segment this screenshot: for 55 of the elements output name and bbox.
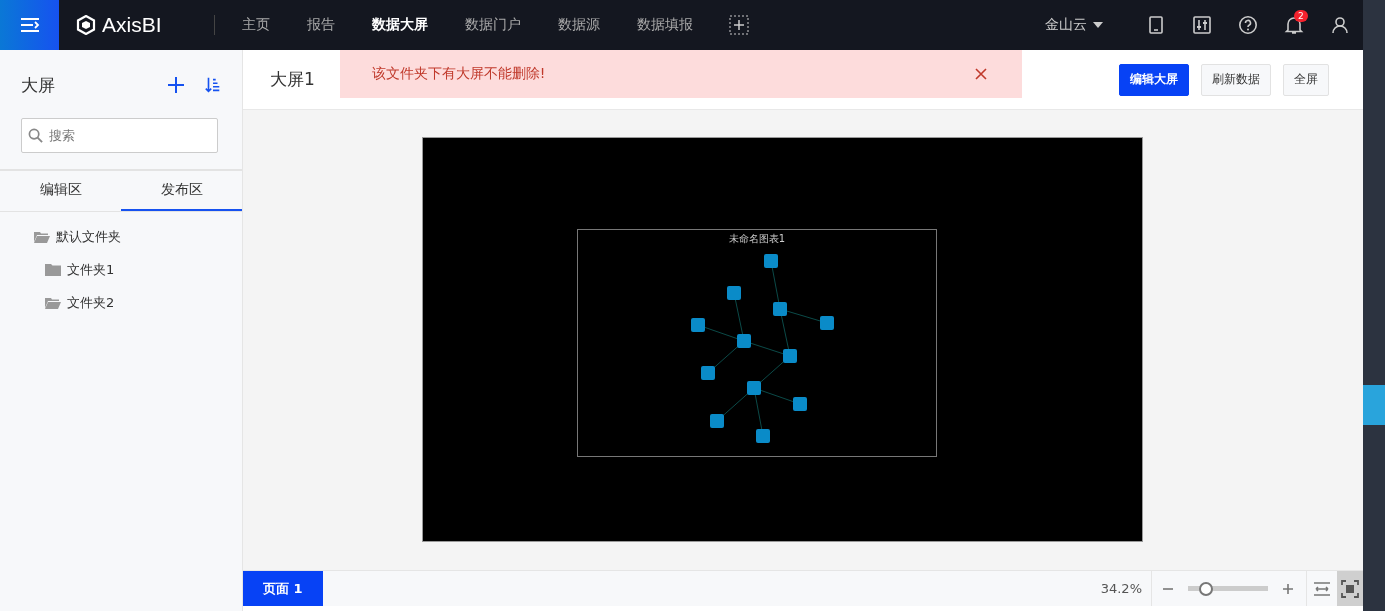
folder-icon [45, 263, 61, 276]
search-field[interactable]: 搜索 [21, 118, 218, 153]
graph-node [710, 413, 724, 428]
graph-node [727, 285, 741, 300]
graph-node [756, 428, 770, 443]
nav-tab[interactable]: 主页 [226, 0, 285, 50]
plus-icon[interactable] [1282, 582, 1294, 595]
logo-icon [76, 15, 96, 35]
folder-item[interactable]: 文件夹1 [0, 253, 242, 286]
close-icon[interactable] [974, 68, 987, 80]
sidebar-title: 大屏 [21, 73, 56, 97]
nav-tab[interactable]: 报告 [291, 0, 350, 50]
toolbar-button[interactable]: 全屏 [1283, 63, 1329, 96]
add-icon[interactable] [166, 75, 186, 95]
nav-tab[interactable]: 数据源 [542, 0, 615, 50]
toolbar-button[interactable]: 刷新数据 [1201, 63, 1271, 96]
graph-node [773, 301, 787, 316]
zoom-percentage: 34.2% [1100, 581, 1142, 596]
tablet-icon[interactable] [1146, 15, 1166, 35]
menu-button[interactable] [0, 0, 59, 50]
caret-icon [1093, 22, 1103, 28]
graph-node [764, 253, 778, 268]
graph-node [820, 315, 834, 330]
graph-node [783, 348, 797, 363]
graph-node [747, 380, 761, 395]
user-icon[interactable] [1330, 15, 1350, 35]
graph-node [793, 396, 807, 411]
org-dropdown[interactable]: 金山云 [1045, 16, 1103, 34]
page-tab[interactable]: 页面 1 [243, 571, 323, 606]
open-folder-icon [45, 296, 61, 309]
slider-thumb[interactable] [1198, 581, 1213, 596]
app-name: AxisBI [102, 13, 162, 37]
search-icon [28, 128, 43, 143]
sliders-icon[interactable] [1192, 15, 1212, 35]
graph-node [737, 333, 751, 348]
nav-tab[interactable]: 数据大屏 [356, 0, 443, 50]
sidebar-tab[interactable]: 编辑区 [0, 171, 121, 211]
fit-width-icon[interactable] [1313, 579, 1331, 598]
sort-icon[interactable] [204, 76, 222, 94]
nav-tab[interactable]: 数据填报 [621, 0, 708, 50]
help-icon[interactable] [1238, 15, 1258, 35]
chart-title: 未命名图表1 [728, 231, 786, 246]
toolbar-button[interactable]: 编辑大屏 [1119, 63, 1189, 96]
menu-icon [19, 17, 40, 33]
error-message: 该文件夹下有大屏不能删除! [371, 65, 546, 83]
fit-screen-icon [1341, 579, 1359, 598]
graph-node [691, 317, 705, 332]
screen-title: 大屏1 [270, 68, 315, 91]
fit-screen-button[interactable] [1337, 571, 1363, 606]
folder-item[interactable]: 文件夹2 [0, 286, 242, 319]
notification-badge: 2 [1294, 10, 1308, 22]
nav-tab[interactable]: 数据门户 [449, 0, 536, 50]
open-folder-icon [34, 230, 50, 243]
folder-item[interactable]: 默认文件夹 [0, 220, 242, 253]
graph-node [701, 365, 715, 380]
